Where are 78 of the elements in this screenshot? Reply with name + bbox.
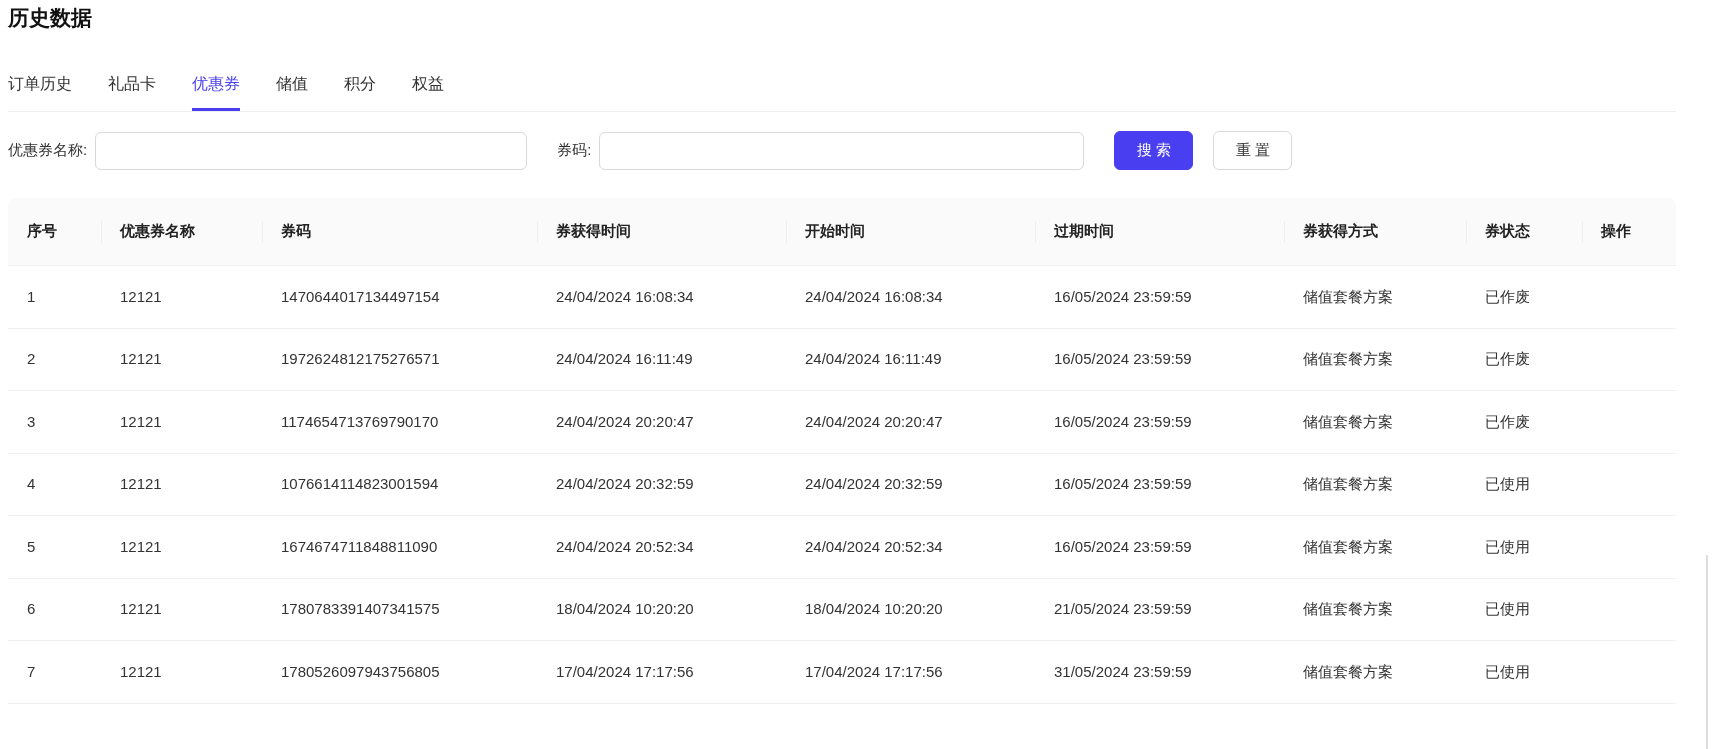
table-cell: 2 bbox=[27, 350, 36, 368]
column-header: 券获得时间 bbox=[555, 221, 631, 242]
table-cell: 已作废 bbox=[1485, 412, 1530, 430]
column-header: 券状态 bbox=[1484, 221, 1530, 242]
column-header: 券码 bbox=[280, 221, 311, 242]
column-header: 开始时间 bbox=[804, 221, 865, 242]
table-cell: 24/04/2024 20:52:34 bbox=[805, 537, 943, 555]
table-cell: 18/04/2024 10:20:20 bbox=[556, 600, 694, 618]
table-cell: 24/04/2024 16:11:49 bbox=[556, 350, 693, 368]
table-cell: 12121 bbox=[120, 537, 162, 555]
table-cell: 储值套餐方案 bbox=[1303, 537, 1393, 555]
column-header: 序号 bbox=[26, 221, 57, 242]
table-cell: 12121 bbox=[120, 600, 162, 618]
field-label: 优惠券名称: bbox=[8, 140, 88, 161]
table-cell: 24/04/2024 20:52:34 bbox=[556, 537, 694, 555]
table-cell: 17/04/2024 17:17:56 bbox=[556, 662, 694, 680]
table-cell: 3 bbox=[27, 412, 36, 430]
table-cell: 12121 bbox=[120, 350, 162, 368]
tab[interactable]: 权益 bbox=[412, 72, 444, 111]
table-cell: 16/05/2024 23:59:59 bbox=[1054, 287, 1192, 305]
table-cell: 31/05/2024 23:59:59 bbox=[1054, 662, 1192, 680]
table-cell: 储值套餐方案 bbox=[1303, 475, 1393, 493]
search-button[interactable]: 搜 索 bbox=[1114, 131, 1194, 170]
table-cell: 12121 bbox=[120, 475, 162, 493]
table-cell: 已使用 bbox=[1485, 537, 1530, 555]
table-cell: 1 bbox=[27, 287, 36, 305]
table-cell: 1174654713769790170 bbox=[281, 412, 439, 430]
column-header: 券获得方式 bbox=[1302, 221, 1378, 242]
column-header: 过期时间 bbox=[1053, 221, 1114, 242]
tab[interactable]: 订单历史 bbox=[8, 72, 72, 111]
table-cell: 17/04/2024 17:17:56 bbox=[805, 662, 943, 680]
table-cell: 1780783391407341575 bbox=[281, 600, 440, 618]
table-cell: 储值套餐方案 bbox=[1303, 600, 1393, 618]
table-cell: 储值套餐方案 bbox=[1303, 662, 1393, 680]
table-cell: 1780526097943756805 bbox=[281, 662, 440, 680]
input-field[interactable] bbox=[599, 131, 1085, 170]
table-cell: 18/04/2024 10:20:20 bbox=[805, 600, 943, 618]
table-cell: 24/04/2024 16:08:34 bbox=[805, 287, 943, 305]
table-cell: 21/05/2024 23:59:59 bbox=[1054, 600, 1192, 618]
table-cell: 16/05/2024 23:59:59 bbox=[1054, 350, 1192, 368]
table-cell: 16/05/2024 23:59:59 bbox=[1054, 475, 1192, 493]
input-field[interactable] bbox=[95, 131, 528, 170]
field-label: 券码: bbox=[557, 140, 592, 161]
tab[interactable]: 储值 bbox=[276, 72, 308, 111]
table-cell: 24/04/2024 20:32:59 bbox=[805, 475, 943, 493]
table-cell: 储值套餐方案 bbox=[1303, 287, 1393, 305]
table-cell: 1674674711848811090 bbox=[281, 537, 438, 555]
table-cell: 12121 bbox=[120, 287, 162, 305]
tab[interactable]: 礼品卡 bbox=[108, 72, 156, 111]
tab[interactable]: 积分 bbox=[344, 72, 376, 111]
table-cell: 已使用 bbox=[1485, 600, 1530, 618]
table-cell: 已作废 bbox=[1485, 350, 1530, 368]
table-cell: 16/05/2024 23:59:59 bbox=[1054, 537, 1192, 555]
reset-button[interactable]: 重 置 bbox=[1213, 131, 1293, 170]
table-cell: 12121 bbox=[120, 412, 162, 430]
column-header: 优惠券名称 bbox=[118, 221, 195, 242]
table-cell: 储值套餐方案 bbox=[1303, 350, 1393, 368]
table-cell: 1972624812175276571 bbox=[281, 350, 440, 368]
table-cell: 7 bbox=[27, 662, 36, 680]
tab[interactable]: 优惠券 bbox=[192, 72, 240, 111]
table-cell: 已使用 bbox=[1485, 475, 1530, 493]
table-cell: 24/04/2024 20:20:47 bbox=[805, 412, 943, 430]
table-cell: 24/04/2024 16:11:49 bbox=[805, 350, 942, 368]
table-cell: 已作废 bbox=[1485, 287, 1530, 305]
table-cell: 6 bbox=[27, 600, 36, 618]
table-cell: 5 bbox=[27, 537, 36, 555]
table-cell: 24/04/2024 20:20:47 bbox=[556, 412, 694, 430]
table-cell: 4 bbox=[27, 475, 36, 493]
table-cell: 16/05/2024 23:59:59 bbox=[1054, 412, 1192, 430]
table-cell: 已使用 bbox=[1485, 662, 1530, 680]
table-cell: 1076614114823001594 bbox=[281, 475, 439, 493]
table-cell: 24/04/2024 16:08:34 bbox=[556, 287, 694, 305]
table-cell: 储值套餐方案 bbox=[1303, 412, 1393, 430]
table-cell: 12121 bbox=[120, 662, 162, 680]
page-title: 历史数据 bbox=[8, 5, 93, 31]
table-cell: 1470644017134497154 bbox=[281, 287, 440, 305]
table-cell: 24/04/2024 20:32:59 bbox=[556, 475, 694, 493]
column-header: 操作 bbox=[1600, 221, 1631, 242]
